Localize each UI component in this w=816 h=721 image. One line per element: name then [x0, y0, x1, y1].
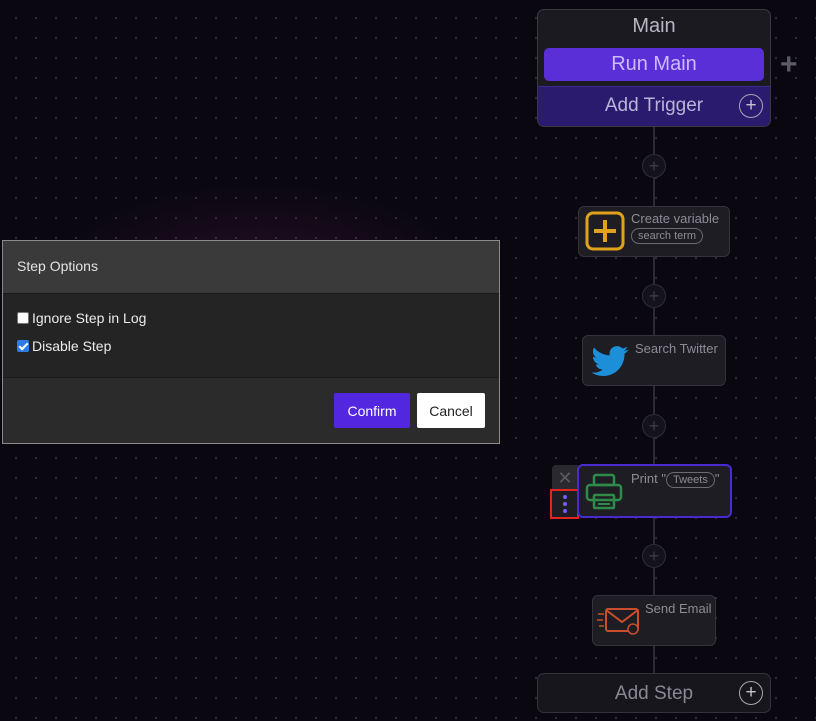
- add-trigger-row[interactable]: Add Trigger +: [538, 86, 770, 126]
- add-step-row[interactable]: Add Step +: [537, 673, 771, 713]
- disable-step-label: Disable Step: [32, 338, 112, 354]
- printer-icon: [585, 473, 623, 510]
- disable-step-checkbox[interactable]: [17, 340, 29, 352]
- disable-step-option[interactable]: Disable Step: [17, 338, 111, 354]
- step-create-variable[interactable]: Create variable search term: [578, 206, 730, 257]
- variable-tag: Tweets: [665, 472, 715, 488]
- cancel-button[interactable]: Cancel: [417, 393, 485, 428]
- step-send-email[interactable]: Send Email: [592, 595, 716, 646]
- run-main-button[interactable]: Run Main: [544, 48, 764, 81]
- insert-step-button[interactable]: +: [642, 154, 666, 178]
- step-print[interactable]: Print " Tweets ": [577, 464, 732, 518]
- email-icon: [597, 608, 639, 635]
- step-label: Print " Tweets ": [631, 471, 719, 488]
- step-label: Send Email: [645, 601, 712, 616]
- remove-step-icon[interactable]: ✕: [552, 465, 578, 491]
- step-search-twitter[interactable]: Search Twitter: [582, 335, 726, 386]
- print-label-prefix: Print ": [631, 471, 666, 486]
- ignore-step-checkbox[interactable]: [17, 312, 29, 324]
- add-trigger-plus-icon[interactable]: +: [739, 94, 763, 118]
- connector-line: [653, 646, 655, 674]
- print-label-suffix: ": [714, 471, 720, 486]
- twitter-bird-icon: [591, 346, 629, 376]
- insert-step-button[interactable]: +: [642, 284, 666, 308]
- plus-box-icon: [585, 211, 625, 251]
- main-flow-block: Main Run Main Add Trigger +: [537, 9, 771, 127]
- step-options-menu-icon[interactable]: [550, 489, 579, 519]
- step-label: Create variable: [631, 211, 720, 226]
- add-trigger-label: Add Trigger: [604, 95, 704, 116]
- insert-step-button[interactable]: +: [642, 544, 666, 568]
- variable-tag: search term: [631, 228, 704, 244]
- ignore-step-option[interactable]: Ignore Step in Log: [17, 310, 146, 326]
- step-options-dialog: Step Options Ignore Step in Log Disable …: [2, 240, 500, 444]
- main-title: Main: [632, 15, 676, 37]
- add-step-plus-icon[interactable]: +: [739, 681, 763, 705]
- step-label: Search Twitter: [635, 341, 718, 356]
- ignore-step-label: Ignore Step in Log: [32, 310, 147, 326]
- dialog-title: Step Options: [17, 258, 98, 274]
- dialog-body: Ignore Step in Log Disable Step: [3, 294, 499, 378]
- add-step-label: Add Step: [614, 683, 694, 704]
- add-flow-plus-icon[interactable]: +: [780, 48, 798, 82]
- dialog-header: Step Options: [3, 241, 499, 294]
- confirm-button[interactable]: Confirm: [334, 393, 410, 428]
- variable-tag-container: search term: [631, 227, 704, 244]
- insert-step-button[interactable]: +: [642, 414, 666, 438]
